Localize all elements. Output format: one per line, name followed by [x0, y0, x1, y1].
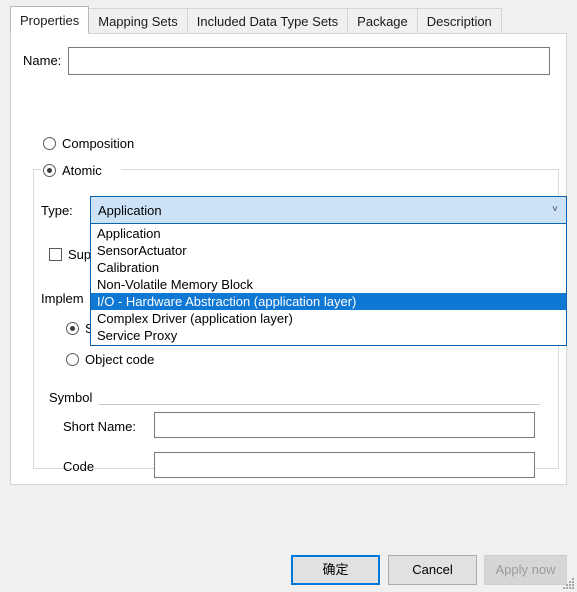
cancel-button[interactable]: Cancel [388, 555, 477, 585]
tab-mapping-sets[interactable]: Mapping Sets [88, 8, 188, 34]
radio-source-code-indicator [66, 322, 79, 335]
tab-description[interactable]: Description [416, 8, 502, 34]
radio-object-code[interactable]: Object code [66, 352, 154, 367]
dropdown-option[interactable]: SensorActuator [91, 242, 566, 259]
code-input[interactable] [154, 452, 535, 478]
dropdown-option-selected[interactable]: I/O - Hardware Abstraction (application … [91, 293, 566, 310]
type-dropdown-list[interactable]: Application SensorActuator Calibration N… [90, 223, 567, 346]
dropdown-option[interactable]: Calibration [91, 259, 566, 276]
dialog-footer: 确定 Cancel Apply now [0, 486, 577, 592]
radio-object-code-indicator [66, 353, 79, 366]
radio-atomic-label: Atomic [62, 163, 102, 178]
tab-list: Properties Mapping Sets Included Data Ty… [10, 6, 502, 34]
radio-object-code-label: Object code [85, 352, 155, 367]
ok-button[interactable]: 确定 [291, 555, 380, 585]
symbol-group-label: Symbol [49, 390, 93, 405]
code-label: Code [63, 459, 95, 474]
chevron-down-icon: ˅ [552, 204, 558, 215]
name-input[interactable] [68, 47, 550, 75]
type-label: Type: [41, 203, 73, 218]
dropdown-option[interactable]: Service Proxy [91, 327, 566, 344]
implementation-label: Implem [41, 291, 84, 306]
type-combobox-value: Application [98, 202, 162, 218]
radio-composition-label: Composition [62, 136, 135, 151]
radio-atomic[interactable]: Atomic [43, 163, 106, 178]
supports-checkbox-indicator [49, 248, 62, 261]
short-name-input[interactable] [154, 412, 535, 438]
radio-atomic-indicator [43, 164, 56, 177]
dropdown-option[interactable]: Complex Driver (application layer) [91, 310, 566, 327]
type-combobox[interactable]: Application ˅ [90, 196, 567, 224]
radio-composition[interactable]: Composition [43, 136, 134, 151]
tab-package[interactable]: Package [347, 8, 418, 34]
tab-included-data-type-sets[interactable]: Included Data Type Sets [186, 8, 349, 34]
dropdown-option[interactable]: Application [91, 225, 566, 242]
short-name-label: Short Name: [63, 419, 136, 434]
symbol-group-divider [99, 404, 540, 405]
name-label: Name: [23, 53, 62, 68]
dropdown-option[interactable]: Non-Volatile Memory Block [91, 276, 566, 293]
apply-now-button: Apply now [484, 555, 567, 585]
tab-strip: Properties Mapping Sets Included Data Ty… [0, 0, 577, 34]
properties-panel: Name: Composition Atomic Supp Implem So … [10, 33, 567, 485]
radio-composition-indicator [43, 137, 56, 150]
tab-properties[interactable]: Properties [10, 6, 90, 34]
resize-grip-icon[interactable] [561, 576, 575, 590]
